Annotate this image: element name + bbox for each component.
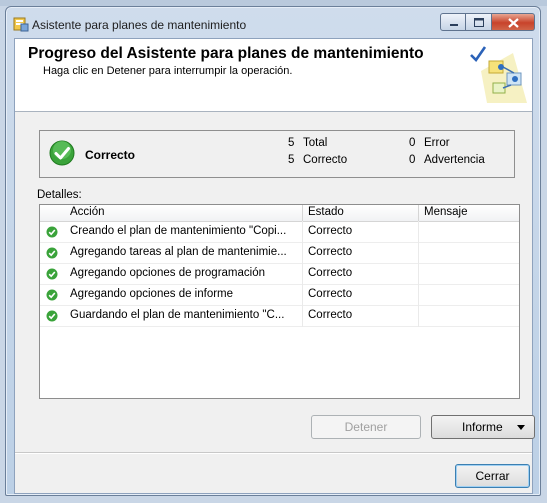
maintenance-plan-icon [13, 16, 29, 32]
table-row[interactable]: Guardando el plan de mantenimiento "C...… [40, 306, 519, 327]
column-header-state[interactable]: Estado [308, 206, 344, 218]
state-cell: Correcto [308, 309, 353, 321]
success-check-icon [46, 268, 58, 280]
status-summary: Correcto 5 Total 5 Correcto 0 Error 0 Ad… [39, 130, 515, 178]
success-check-icon [49, 140, 75, 166]
wizard-window: Asistente para planes de mantenimiento P… [5, 6, 541, 496]
success-check-icon [46, 310, 58, 322]
details-label: Detalles: [37, 189, 82, 201]
table-header: Acción Estado Mensaje [40, 205, 519, 222]
column-header-message[interactable]: Mensaje [424, 206, 467, 218]
error-count: 0 [409, 137, 416, 149]
wizard-graphic-icon [467, 43, 529, 107]
table-row[interactable]: Agregando opciones de programación Corre… [40, 264, 519, 285]
close-button[interactable]: Cerrar [455, 464, 530, 488]
state-cell: Correcto [308, 288, 353, 300]
status-label: Correcto [85, 148, 136, 162]
minimize-icon [450, 24, 458, 26]
success-check-icon [46, 226, 58, 238]
success-count: 5 [288, 154, 295, 166]
report-button-label: Informe [462, 420, 503, 434]
title-bar[interactable]: Asistente para planes de mantenimiento [6, 7, 540, 37]
action-cell: Agregando opciones de programación [70, 267, 265, 279]
success-check-icon [46, 247, 58, 259]
state-cell: Correcto [308, 225, 353, 237]
stop-button[interactable]: Detener [311, 415, 421, 439]
close-window-button[interactable] [492, 13, 535, 31]
action-cell: Agregando opciones de informe [70, 288, 234, 300]
window-title: Asistente para planes de mantenimiento [32, 18, 247, 32]
dialog-body: Progreso del Asistente para planes de ma… [14, 38, 535, 494]
details-table[interactable]: Acción Estado Mensaje Creando el plan de… [39, 204, 520, 399]
total-label: Total [303, 137, 328, 149]
header-panel: Progreso del Asistente para planes de ma… [15, 39, 532, 112]
maximize-button[interactable] [466, 13, 492, 31]
column-header-action[interactable]: Acción [70, 206, 105, 218]
warning-label: Advertencia [424, 154, 485, 166]
report-dropdown-button[interactable]: Informe [431, 415, 535, 439]
warning-count: 0 [409, 154, 416, 166]
maximize-icon [474, 18, 484, 27]
column-divider[interactable] [302, 205, 303, 221]
page-subtitle: Haga clic en Detener para interrumpir la… [43, 65, 293, 77]
column-gridline [418, 221, 419, 327]
column-gridline [302, 221, 303, 327]
success-check-icon [46, 289, 58, 301]
table-row[interactable]: Agregando opciones de informe Correcto [40, 285, 519, 306]
page-title: Progreso del Asistente para planes de ma… [28, 45, 424, 62]
column-divider[interactable] [418, 205, 419, 221]
action-cell: Creando el plan de mantenimiento "Copi..… [70, 225, 287, 237]
state-cell: Correcto [308, 246, 353, 258]
dropdown-arrow-icon [517, 425, 525, 430]
table-row[interactable]: Creando el plan de mantenimiento "Copi..… [40, 222, 519, 243]
state-cell: Correcto [308, 267, 353, 279]
table-row[interactable]: Agregando tareas al plan de mantenimie..… [40, 243, 519, 264]
action-cell: Guardando el plan de mantenimiento "C... [70, 309, 285, 321]
footer-divider [15, 452, 532, 453]
close-icon [508, 18, 519, 28]
success-label: Correcto [303, 154, 348, 166]
total-count: 5 [288, 137, 295, 149]
error-label: Error [424, 137, 450, 149]
action-cell: Agregando tareas al plan de mantenimie..… [70, 246, 287, 258]
minimize-button[interactable] [440, 13, 466, 31]
